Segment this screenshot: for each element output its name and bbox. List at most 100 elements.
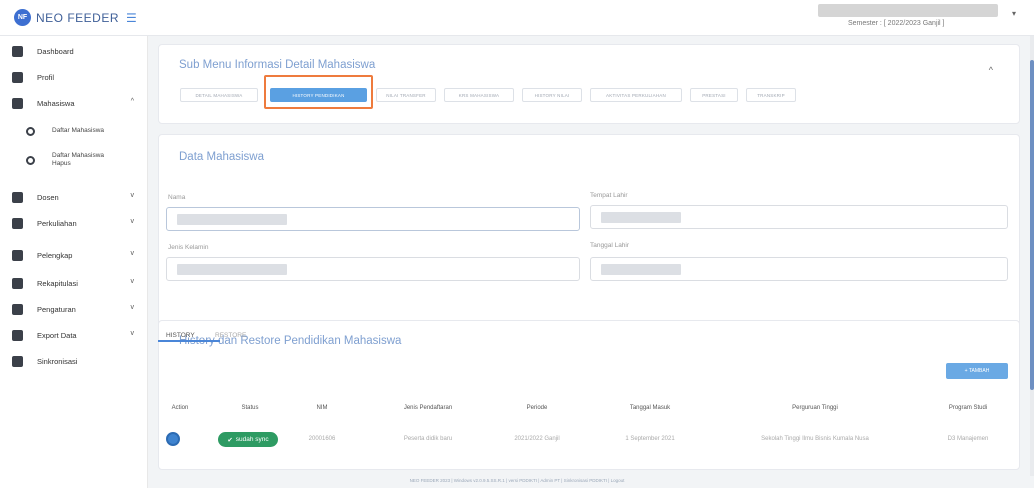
user-menu-caret-icon[interactable]: ▾ xyxy=(1012,9,1016,18)
col-periode: Periode xyxy=(526,405,548,411)
top-bar: NF NEO FEEDER ☰ Semester : [ 2022/2023 G… xyxy=(0,0,1034,36)
sidebar-item-export-data[interactable]: Export Data v xyxy=(0,322,148,348)
tab-transkrip[interactable]: Transkrip xyxy=(746,88,796,102)
redacted-value xyxy=(601,212,681,223)
tab-history[interactable]: HISTORY xyxy=(166,332,195,339)
scrollbar-thumb[interactable] xyxy=(1030,60,1034,390)
sidebar-item-label: Mahasiswa xyxy=(37,98,75,108)
target-icon xyxy=(26,155,35,165)
tab-nilai-transfer[interactable]: Nilai Transfer xyxy=(376,88,436,102)
edit-action-icon[interactable] xyxy=(166,432,180,446)
sidebar-subitem-label: Daftar Mahasiswa Hapus xyxy=(52,152,105,167)
tab-restore[interactable]: RESTORE xyxy=(215,332,246,339)
logo-icon: NF xyxy=(14,9,31,26)
sidebar-item-label: Sinkronisasi xyxy=(37,356,78,366)
sidebar-subitem-label: Daftar Mahasiswa xyxy=(52,127,105,134)
tanggal-lahir-label: Tanggal Lahir xyxy=(590,242,630,249)
footer: NEO FEEDER 2023 | Windows v2.0.9.5.SS.R.… xyxy=(409,478,625,483)
history-card: History dan Restore Pendidikan Mahasiswa xyxy=(158,320,1020,470)
tempat-lahir-field[interactable] xyxy=(590,205,1008,229)
cell-tanggal-masuk: 1 September 2021 xyxy=(625,436,675,442)
nama-field[interactable] xyxy=(166,207,580,231)
book-icon xyxy=(12,217,23,229)
sidebar-item-label: Perkuliahan xyxy=(37,218,77,228)
active-tab-underline xyxy=(158,340,220,342)
tab-aktivitas-perkuliahan[interactable]: Aktivitas Perkuliahan xyxy=(590,88,682,102)
active-tab-highlight xyxy=(264,75,373,109)
chevron-down-icon: v xyxy=(130,330,135,337)
cell-program-studi: D3 Manajemen xyxy=(947,436,989,442)
status-text: sudah sync xyxy=(235,436,269,443)
sidebar-item-label: Pengaturan xyxy=(37,304,76,314)
export-icon xyxy=(12,329,23,341)
sidebar: Dashboard Profil Mahasiswa ^ Daftar Maha… xyxy=(0,36,148,488)
sidebar-item-dosen[interactable]: Dosen v xyxy=(0,184,148,210)
sidebar-subitem-daftar-mahasiswa-hapus[interactable]: Daftar Mahasiswa Hapus xyxy=(0,146,148,174)
submenu-title: Sub Menu Informasi Detail Mahasiswa xyxy=(179,59,376,71)
nama-label: Nama xyxy=(168,194,186,201)
cell-jenis-pendaftaran: Peserta didik baru xyxy=(403,436,453,442)
col-action: Action xyxy=(171,405,189,411)
cell-perguruan-tinggi: Sekolah Tinggi Ilmu Bisnis Kumala Nusa xyxy=(761,436,869,442)
status-badge: ✔ sudah sync xyxy=(218,432,278,447)
sidebar-item-label: Rekapitulasi xyxy=(37,278,78,288)
col-tanggal-masuk: Tanggal Masuk xyxy=(629,405,671,411)
sidebar-item-profil[interactable]: Profil xyxy=(0,64,148,90)
chevron-up-icon: ^ xyxy=(130,98,134,105)
cell-periode: 2021/2022 Ganjil xyxy=(514,436,560,442)
tab-detail-mahasiswa[interactable]: Detail Mahasiswa xyxy=(180,88,258,102)
table-icon xyxy=(12,277,23,289)
check-icon: ✔ xyxy=(227,436,233,444)
gear-icon xyxy=(12,303,23,315)
tempat-lahir-label: Tempat Lahir xyxy=(590,192,628,199)
target-icon xyxy=(26,126,35,136)
user-name-redacted[interactable] xyxy=(818,4,998,17)
semester-label: Semester : [ 2022/2023 Ganjil ] xyxy=(848,20,945,27)
sidebar-item-pelengkap[interactable]: Pelengkap v xyxy=(0,242,148,268)
sidebar-item-label: Pelengkap xyxy=(37,250,73,260)
col-program-studi: Program Studi xyxy=(948,405,988,411)
col-perguruan-tinggi: Perguruan Tinggi xyxy=(792,405,838,411)
chevron-down-icon: v xyxy=(130,304,135,311)
jenis-kelamin-field[interactable] xyxy=(166,257,580,281)
tab-prestasi[interactable]: Prestasi xyxy=(690,88,738,102)
data-mahasiswa-card: Data Mahasiswa xyxy=(158,134,1020,346)
sync-icon xyxy=(12,355,23,367)
redacted-value xyxy=(177,264,287,275)
chevron-down-icon: v xyxy=(130,218,135,225)
chevron-down-icon: v xyxy=(130,278,135,285)
profile-icon xyxy=(12,71,23,83)
app-logo[interactable]: NF NEO FEEDER xyxy=(14,9,119,26)
chevron-down-icon: v xyxy=(130,192,135,199)
sidebar-item-label: Export Data xyxy=(37,330,77,340)
col-nim: NIM xyxy=(316,405,328,411)
sidebar-item-perkuliahan[interactable]: Perkuliahan v xyxy=(0,210,148,236)
redacted-value xyxy=(601,264,681,275)
sidebar-item-sinkronisasi[interactable]: Sinkronisasi xyxy=(0,348,148,374)
data-mahasiswa-title: Data Mahasiswa xyxy=(179,151,265,163)
col-status: Status xyxy=(241,405,259,411)
dashboard-icon xyxy=(12,45,23,57)
sidebar-item-mahasiswa[interactable]: Mahasiswa ^ xyxy=(0,90,148,116)
sidebar-item-label: Dosen xyxy=(37,192,59,202)
jenis-kelamin-label: Jenis Kelamin xyxy=(168,244,209,251)
sidebar-subitem-daftar-mahasiswa[interactable]: Daftar Mahasiswa xyxy=(0,120,148,142)
col-jenis-pendaftaran: Jenis Pendaftaran xyxy=(403,405,453,411)
briefcase-icon xyxy=(12,249,23,261)
sidebar-item-label: Profil xyxy=(37,72,55,82)
tanggal-lahir-field[interactable] xyxy=(590,257,1008,281)
tab-krs-mahasiswa[interactable]: KRS Mahasiswa xyxy=(444,88,514,102)
redacted-value xyxy=(177,214,287,225)
menu-toggle-icon[interactable]: ☰ xyxy=(126,12,137,24)
graduation-cap-icon xyxy=(12,97,23,109)
tab-history-nilai[interactable]: History Nilai xyxy=(522,88,582,102)
sidebar-item-pengaturan[interactable]: Pengaturan v xyxy=(0,296,148,322)
sidebar-item-label: Dashboard xyxy=(37,46,74,56)
teacher-icon xyxy=(12,191,23,203)
sidebar-item-dashboard[interactable]: Dashboard xyxy=(0,38,148,64)
sidebar-item-rekapitulasi[interactable]: Rekapitulasi v xyxy=(0,270,148,296)
cell-nim: 20001606 xyxy=(308,436,336,442)
chevron-down-icon: v xyxy=(130,250,135,257)
collapse-icon[interactable]: ^ xyxy=(989,65,993,75)
add-button[interactable]: + TAMBAH xyxy=(946,363,1008,379)
